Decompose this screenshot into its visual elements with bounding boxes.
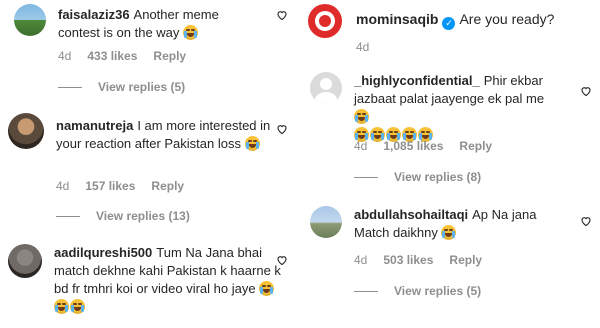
avatar[interactable]: [14, 4, 46, 36]
reply-button[interactable]: Reply: [449, 253, 482, 267]
view-replies-label[interactable]: View replies (8): [394, 170, 481, 184]
avatar[interactable]: [8, 244, 42, 278]
comment-meta: 4d 157 likes Reply: [56, 179, 200, 193]
divider: [56, 216, 80, 218]
crying-laughing-emoji-icon: [259, 281, 275, 296]
verified-badge-icon: ✓: [442, 17, 456, 30]
comment-text: _highlyconfidential_ Phir ekbar jazbaat p…: [354, 72, 562, 144]
view-replies-button[interactable]: View replies (13): [56, 209, 190, 223]
heart-icon[interactable]: [276, 9, 288, 21]
heart-icon[interactable]: [276, 254, 288, 266]
comment-text: aadilqureshi500 Tum Na Jana bhai match de…: [54, 244, 282, 316]
comment-time[interactable]: 4d: [354, 139, 367, 153]
comment-meta: 4d 1,085 likes Reply: [354, 139, 508, 153]
crying-laughing-emoji-icon: [183, 25, 199, 40]
reply-button[interactable]: Reply: [153, 49, 186, 63]
crying-laughing-emoji-icon: [70, 299, 85, 314]
comment-meta: 4d 433 likes Reply: [58, 49, 202, 63]
divider: [354, 177, 378, 179]
avatar-body: [315, 92, 337, 104]
crying-laughing-emoji-icon: [441, 225, 457, 240]
avatar[interactable]: [8, 113, 44, 149]
view-replies-button[interactable]: View replies (5): [354, 284, 481, 298]
comment-likes[interactable]: 503 likes: [383, 253, 433, 267]
avatar[interactable]: [308, 4, 342, 38]
crying-laughing-emoji-icon: [244, 136, 260, 151]
comment-time[interactable]: 4d: [356, 40, 369, 54]
reply-button[interactable]: Reply: [459, 139, 492, 153]
avatar[interactable]: [310, 72, 342, 104]
reply-button[interactable]: Reply: [151, 179, 184, 193]
heart-icon[interactable]: [276, 123, 288, 135]
comment-username[interactable]: aadilqureshi500: [54, 245, 152, 260]
comment-username[interactable]: mominsaqib: [356, 11, 438, 27]
comment-meta: 4d 503 likes Reply: [354, 253, 498, 267]
comment-username[interactable]: _highlyconfidential_: [354, 73, 480, 88]
heart-icon[interactable]: [580, 85, 592, 97]
heart-icon[interactable]: [580, 215, 592, 227]
divider: [354, 291, 378, 293]
avatar-logo: [319, 15, 331, 27]
view-replies-label[interactable]: View replies (5): [394, 284, 481, 298]
comment-time[interactable]: 4d: [56, 179, 69, 193]
avatar-head: [320, 78, 332, 90]
comment-text: mominsaqib ✓ Are you ready?: [356, 10, 596, 30]
comment-body: Are you ready?: [459, 11, 555, 27]
comment-text: faisalaziz36 Another meme contest is on t…: [58, 6, 263, 42]
comment-meta: 4d: [356, 40, 385, 54]
comment-text: namanutreja I am more interested in your …: [56, 117, 276, 153]
comment-username[interactable]: namanutreja: [56, 118, 133, 133]
crying-laughing-emoji-icon: [54, 299, 69, 314]
comment-username[interactable]: abdullahsohailtaqi: [354, 207, 468, 222]
comment-likes[interactable]: 1,085 likes: [383, 139, 443, 153]
avatar[interactable]: [310, 206, 342, 238]
crying-laughing-emoji-icon: [354, 109, 369, 124]
comment-likes[interactable]: 157 likes: [85, 179, 135, 193]
comment-time[interactable]: 4d: [354, 253, 367, 267]
view-replies-button[interactable]: View replies (5): [58, 80, 185, 94]
comment-text: abdullahsohailtaqi Ap Na jana Match daikh…: [354, 206, 564, 242]
view-replies-label[interactable]: View replies (5): [98, 80, 185, 94]
view-replies-button[interactable]: View replies (8): [354, 170, 481, 184]
comment-likes[interactable]: 433 likes: [87, 49, 137, 63]
comment-time[interactable]: 4d: [58, 49, 71, 63]
view-replies-label[interactable]: View replies (13): [96, 209, 190, 223]
comment-username[interactable]: faisalaziz36: [58, 7, 130, 22]
divider: [58, 87, 82, 89]
